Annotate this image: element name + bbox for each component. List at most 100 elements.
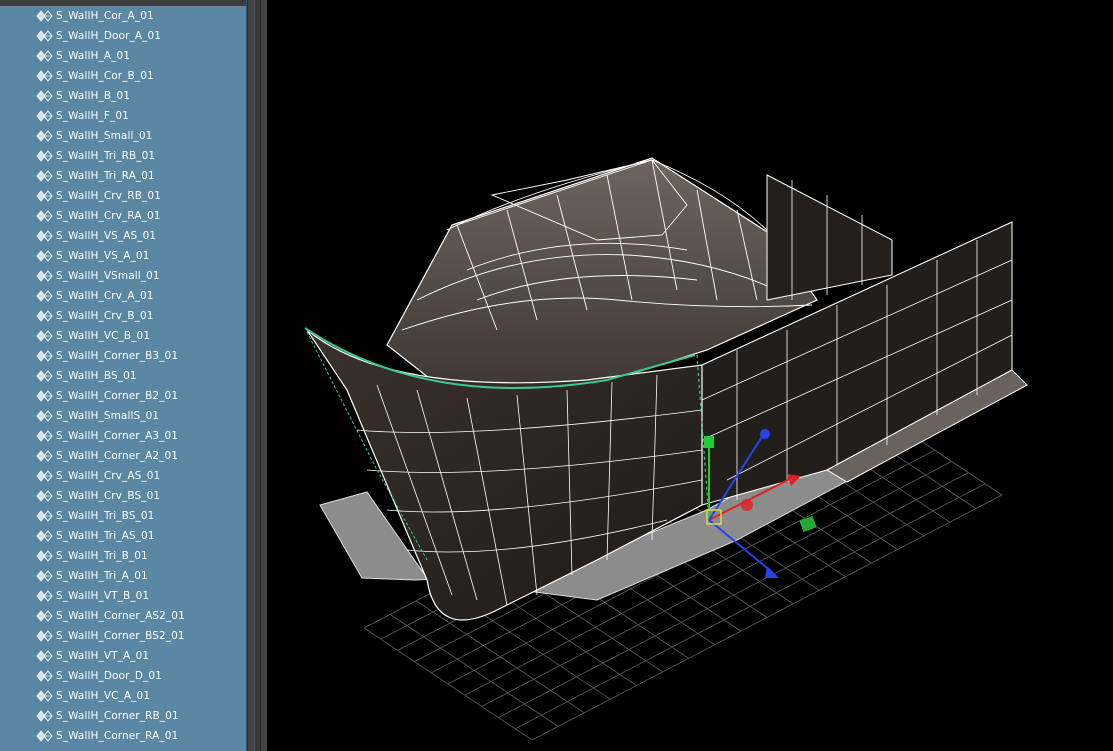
mesh-transform-node-icon	[36, 130, 53, 142]
mesh-transform-node-icon	[36, 190, 53, 202]
outliner-item[interactable]: S_WallH_Corner_RA_01	[0, 726, 246, 746]
outliner-item[interactable]: S_WallH_Crv_A_01	[0, 286, 246, 306]
outliner-item-label: S_WallH_Corner_B2_01	[56, 390, 179, 402]
gizmo-y-handle[interactable]	[704, 436, 714, 448]
mesh-transform-node-icon	[36, 650, 53, 662]
outliner-item-label: S_WallH_F_01	[56, 110, 129, 122]
outliner-item-label: S_WallH_Corner_AS2_01	[56, 610, 185, 622]
mesh-transform-node-icon	[36, 670, 53, 682]
mesh-transform-node-icon	[36, 310, 53, 322]
outliner-item[interactable]: S_WallH_Tri_AS_01	[0, 526, 246, 546]
mesh-transform-node-icon	[36, 690, 53, 702]
outliner-item-label: S_WallH_Tri_A_01	[56, 570, 148, 582]
outliner-item-label: S_WallH_Crv_B_01	[56, 310, 154, 322]
outliner-item-label: S_WallH_Corner_RB_01	[56, 710, 179, 722]
outliner-item-label: S_WallH_Crv_BS_01	[56, 490, 161, 502]
outliner-item[interactable]: S_WallH_VS_AS_01	[0, 226, 246, 246]
mesh-transform-node-icon	[36, 370, 53, 382]
outliner-list: S_WallH_Cor_A_01 S_WallH_Door_A_01 S_WallH…	[0, 6, 246, 746]
outliner-item-label: S_WallH_Crv_AS_01	[56, 470, 161, 482]
outliner-item[interactable]: S_WallH_VT_B_01	[0, 586, 246, 606]
mesh-transform-node-icon	[36, 590, 53, 602]
mesh-transform-node-icon	[36, 230, 53, 242]
mesh-transform-node-icon	[36, 30, 53, 42]
outliner-item-label: S_WallH_B_01	[56, 90, 131, 102]
outliner-item[interactable]: S_WallH_Crv_RA_01	[0, 206, 246, 226]
outliner-item-label: S_WallH_Tri_B_01	[56, 550, 148, 562]
outliner-item-label: S_WallH_VS_AS_01	[56, 230, 157, 242]
outliner-item[interactable]: S_WallH_A_01	[0, 46, 246, 66]
outliner-item[interactable]: S_WallH_Corner_B2_01	[0, 386, 246, 406]
outliner-item[interactable]: S_WallH_Cor_A_01	[0, 6, 246, 26]
outliner-item[interactable]: S_WallH_Tri_BS_01	[0, 506, 246, 526]
mesh-transform-node-icon	[36, 170, 53, 182]
outliner-item[interactable]: S_WallH_VSmall_01	[0, 266, 246, 286]
outliner-item[interactable]: S_WallH_Crv_AS_01	[0, 466, 246, 486]
mesh-transform-node-icon	[36, 630, 53, 642]
outliner-item[interactable]: S_WallH_Corner_RB_01	[0, 706, 246, 726]
outliner-item[interactable]: S_WallH_Cor_B_01	[0, 66, 246, 86]
outliner-item-label: S_WallH_Corner_A2_01	[56, 450, 179, 462]
outliner-item[interactable]: S_WallH_Corner_BS2_01	[0, 626, 246, 646]
outliner-item[interactable]: S_WallH_SmallS_01	[0, 406, 246, 426]
outliner-item-label: S_WallH_Crv_RA_01	[56, 210, 161, 222]
outliner-item-label: S_WallH_Corner_B3_01	[56, 350, 179, 362]
outliner-item-label: S_WallH_VT_B_01	[56, 590, 150, 602]
outliner-item[interactable]: S_WallH_Door_D_01	[0, 666, 246, 686]
outliner-item-label: S_WallH_Cor_A_01	[56, 10, 154, 22]
outliner-item[interactable]: S_WallH_VC_B_01	[0, 326, 246, 346]
outliner-item[interactable]: S_WallH_Crv_B_01	[0, 306, 246, 326]
building-model[interactable]	[304, 157, 1029, 621]
splitter-grip[interactable]	[254, 0, 261, 751]
outliner-item-label: S_WallH_Corner_BS2_01	[56, 630, 185, 642]
outliner-item[interactable]: S_WallH_Tri_B_01	[0, 546, 246, 566]
outliner-item[interactable]: S_WallH_Corner_A3_01	[0, 426, 246, 446]
outliner-item[interactable]: S_WallH_Door_A_01	[0, 26, 246, 46]
rear-wall-right[interactable]	[766, 174, 893, 301]
outliner-item[interactable]: S_WallH_Tri_A_01	[0, 566, 246, 586]
mesh-transform-node-icon	[36, 330, 53, 342]
mesh-transform-node-icon	[36, 430, 53, 442]
outliner-item[interactable]: S_WallH_BS_01	[0, 366, 246, 386]
outliner-item-label: S_WallH_Crv_A_01	[56, 290, 154, 302]
mesh-transform-node-icon	[36, 210, 53, 222]
outliner-item-label: S_WallH_Corner_A3_01	[56, 430, 179, 442]
mesh-transform-node-icon	[36, 730, 53, 742]
mesh-transform-node-icon	[36, 50, 53, 62]
outliner-item-label: S_WallH_VT_A_01	[56, 650, 150, 662]
outliner-item-label: S_WallH_Cor_B_01	[56, 70, 154, 82]
outliner-item[interactable]: S_WallH_Corner_B3_01	[0, 346, 246, 366]
outliner-item[interactable]: S_WallH_VT_A_01	[0, 646, 246, 666]
outliner-item[interactable]: S_WallH_Crv_RB_01	[0, 186, 246, 206]
panel-splitter[interactable]	[247, 0, 268, 751]
outliner-item-label: S_WallH_VSmall_01	[56, 270, 160, 282]
mesh-transform-node-icon	[36, 350, 53, 362]
outliner-item-label: S_WallH_A_01	[56, 50, 131, 62]
outliner-item-label: S_WallH_Tri_RB_01	[56, 150, 156, 162]
outliner-item-label: S_WallH_Tri_RA_01	[56, 170, 155, 182]
outliner-item[interactable]: S_WallH_Corner_AS2_01	[0, 606, 246, 626]
outliner-item[interactable]: S_WallH_VC_A_01	[0, 686, 246, 706]
outliner-item[interactable]: S_WallH_Small_01	[0, 126, 246, 146]
outliner-item[interactable]: S_WallH_B_01	[0, 86, 246, 106]
mesh-transform-node-icon	[36, 110, 53, 122]
mesh-transform-node-icon	[36, 150, 53, 162]
mesh-transform-node-icon	[36, 250, 53, 262]
gizmo-plane-handle[interactable]	[799, 515, 817, 533]
mesh-transform-node-icon	[36, 470, 53, 482]
outliner-item-label: S_WallH_Tri_BS_01	[56, 510, 155, 522]
mesh-transform-node-icon	[36, 710, 53, 722]
mesh-transform-node-icon	[36, 390, 53, 402]
mesh-transform-node-icon	[36, 610, 53, 622]
gizmo-x-plane[interactable]	[741, 499, 753, 511]
outliner-item-label: S_WallH_Small_01	[56, 130, 153, 142]
gizmo-z-handle-up[interactable]	[760, 429, 770, 439]
outliner-item[interactable]: S_WallH_F_01	[0, 106, 246, 126]
outliner-item[interactable]: S_WallH_Crv_BS_01	[0, 486, 246, 506]
outliner-item[interactable]: S_WallH_VS_A_01	[0, 246, 246, 266]
3d-viewport[interactable]	[267, 0, 1113, 751]
outliner-item[interactable]: S_WallH_Corner_A2_01	[0, 446, 246, 466]
outliner-item[interactable]: S_WallH_Tri_RB_01	[0, 146, 246, 166]
mesh-transform-node-icon	[36, 10, 53, 22]
outliner-item[interactable]: S_WallH_Tri_RA_01	[0, 166, 246, 186]
